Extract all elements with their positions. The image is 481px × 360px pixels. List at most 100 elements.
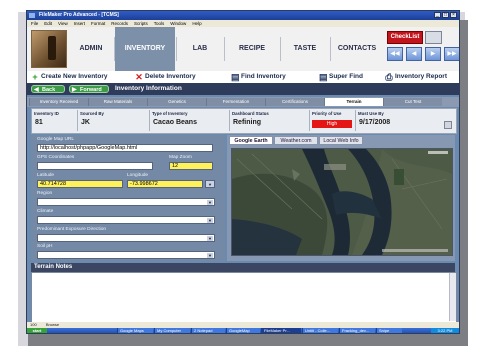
checklist-button[interactable]: CheckList xyxy=(387,31,423,44)
tab-terrain[interactable]: Terrain xyxy=(324,98,383,106)
taskbar-item[interactable]: Snipe xyxy=(376,328,402,333)
taskbar-item[interactable]: Untitl - Colle... xyxy=(302,328,338,333)
terrain-notes-field[interactable] xyxy=(31,272,457,324)
taskbar-item[interactable]: My Computer xyxy=(154,328,190,333)
tab-local-web-info[interactable]: Local Web Info xyxy=(319,136,363,145)
close-button[interactable]: × xyxy=(450,12,457,18)
region-label: Region xyxy=(37,191,53,196)
back-label: Back xyxy=(42,87,56,93)
inventory-report-button[interactable]: ⎙ Inventory Report xyxy=(385,71,447,83)
menu-file[interactable]: File xyxy=(31,20,38,27)
use-by-value[interactable]: 9/17/2008 xyxy=(356,117,456,128)
inventory-id-cell: Inventory ID 81 xyxy=(32,110,78,131)
latitude-field[interactable]: 40.714728 xyxy=(37,180,123,188)
menu-records[interactable]: Records xyxy=(111,20,128,27)
menu-insert[interactable]: Insert xyxy=(74,20,85,27)
menu-bar: File Edit View Insert Format Records Scr… xyxy=(27,20,459,27)
super-find-label: Super Find xyxy=(329,73,363,80)
tab-weather[interactable]: Weather.com xyxy=(274,136,318,145)
taskbar-item[interactable]: Fracking_dev... xyxy=(339,328,375,333)
taskbar-item[interactable]: GoogleMap xyxy=(226,328,260,333)
type-value[interactable]: Cacao Beans xyxy=(150,117,229,128)
use-by-label: Must Use By xyxy=(358,111,384,116)
tab-cut-test[interactable]: Cut Test xyxy=(383,98,442,106)
gps-field[interactable] xyxy=(37,162,153,170)
menu-edit[interactable]: Edit xyxy=(44,20,52,27)
forward-button[interactable]: ▶ Forward xyxy=(69,85,109,93)
coordinate-lookup-button[interactable]: ▼ xyxy=(205,180,215,188)
previous-record-icon[interactable]: ◀ xyxy=(406,47,422,61)
last-record-icon[interactable]: ▶▶ xyxy=(444,47,459,61)
maximize-button[interactable]: □ xyxy=(442,12,449,18)
minimize-button[interactable]: _ xyxy=(434,12,441,18)
logo xyxy=(31,30,67,68)
map-url-label: Google Map URL xyxy=(37,137,75,142)
nav-tab-inventory[interactable]: INVENTORY xyxy=(115,27,175,71)
soil-ph-field[interactable]: ▼ xyxy=(37,251,215,259)
tab-google-earth[interactable]: Google Earth xyxy=(229,136,273,145)
use-by-cell: Must Use By 9/17/2008 xyxy=(356,110,456,131)
longitude-field[interactable]: -73.998672 xyxy=(127,180,203,188)
delete-inventory-label: Delete Inventory xyxy=(145,73,196,80)
calendar-icon[interactable] xyxy=(444,121,452,129)
report-icon: ⎙ xyxy=(385,72,393,82)
next-record-icon[interactable]: ▶ xyxy=(425,47,441,61)
longitude-label: Longitude xyxy=(127,173,149,178)
tab-fermentation[interactable]: Fermentation xyxy=(206,98,265,106)
terrain-form: Google Map URL http://localhost/phpapp/G… xyxy=(31,135,225,261)
find-inventory-label: Find Inventory xyxy=(241,73,286,80)
delete-inventory-button[interactable]: ✕ Delete Inventory xyxy=(135,71,196,83)
menu-format[interactable]: Format xyxy=(91,20,105,27)
status-label: Dashboard Status xyxy=(232,111,269,116)
super-find-button[interactable]: ▤ Super Find xyxy=(319,71,363,83)
taskbar-item[interactable]: 2 Notepad xyxy=(191,328,225,333)
zoom-level[interactable]: 100 xyxy=(30,322,37,327)
forward-label: Forward xyxy=(80,87,102,93)
nav-tab-admin[interactable]: ADMIN xyxy=(69,39,113,59)
menu-view[interactable]: View xyxy=(58,20,68,27)
taskbar-item-active[interactable]: FileMaker Pr... xyxy=(261,328,301,333)
back-arrow-icon: ◀ xyxy=(34,87,39,93)
tab-raw-materials[interactable]: Raw Materials xyxy=(88,98,147,106)
soil-ph-label: Soil pH xyxy=(37,244,53,249)
dropdown-arrow-icon: ▼ xyxy=(207,236,213,241)
priority-label: Priority of Use xyxy=(312,111,342,116)
taskbar-item[interactable]: Google Maps xyxy=(117,328,153,333)
tab-genetics[interactable]: Genetics xyxy=(147,98,206,106)
nav-tab-taste[interactable]: TASTE xyxy=(281,39,329,59)
first-record-icon[interactable]: ◀◀ xyxy=(387,47,403,61)
map-url-field[interactable]: http://localhost/phpapp/GoogleMap.html xyxy=(37,144,213,152)
nav-tab-contacts[interactable]: CONTACTS xyxy=(331,39,383,59)
create-inventory-button[interactable]: + Create New Inventory xyxy=(31,71,107,83)
find-inventory-button[interactable]: ▤ Find Inventory xyxy=(231,71,286,83)
sourced-by-value[interactable]: JK xyxy=(78,117,149,128)
tab-certifications[interactable]: Certifications xyxy=(265,98,324,106)
action-bar: + Create New Inventory ✕ Delete Inventor… xyxy=(27,71,459,83)
inventory-id-value[interactable]: 81 xyxy=(32,117,77,128)
clipboard-icon[interactable] xyxy=(425,31,442,44)
menu-window[interactable]: Window xyxy=(170,20,186,27)
zoom-field[interactable]: 12 xyxy=(169,162,213,170)
region-field[interactable]: ▼ xyxy=(37,198,215,206)
exposure-field[interactable]: ▼ xyxy=(37,234,215,242)
satellite-map[interactable] xyxy=(231,148,453,256)
climate-label: Climate xyxy=(37,209,54,214)
super-find-icon: ▤ xyxy=(319,72,328,82)
priority-cell: Priority of Use High xyxy=(310,110,356,131)
back-button[interactable]: ◀ Back xyxy=(31,85,65,93)
mode-indicator[interactable]: Browse xyxy=(46,322,59,327)
menu-scripts[interactable]: Scripts xyxy=(134,20,148,27)
start-button[interactable]: start xyxy=(27,328,47,333)
sourced-by-label: Sourced By xyxy=(80,111,104,116)
tab-inventory-received[interactable]: Inventory Received xyxy=(29,98,88,106)
gps-label: GPS Coordinates xyxy=(37,155,75,160)
climate-field[interactable]: ▼ xyxy=(37,216,215,224)
nav-tab-lab[interactable]: LAB xyxy=(177,39,223,59)
menu-help[interactable]: Help xyxy=(192,20,201,27)
menu-tools[interactable]: Tools xyxy=(154,20,165,27)
status-value[interactable]: Refining xyxy=(230,117,309,128)
record-tabs: Inventory Received Raw Materials Genetic… xyxy=(27,97,459,107)
priority-badge[interactable]: High xyxy=(312,120,352,128)
notes-scrollbar[interactable] xyxy=(449,273,456,321)
nav-tab-recipe[interactable]: RECIPE xyxy=(225,39,279,59)
